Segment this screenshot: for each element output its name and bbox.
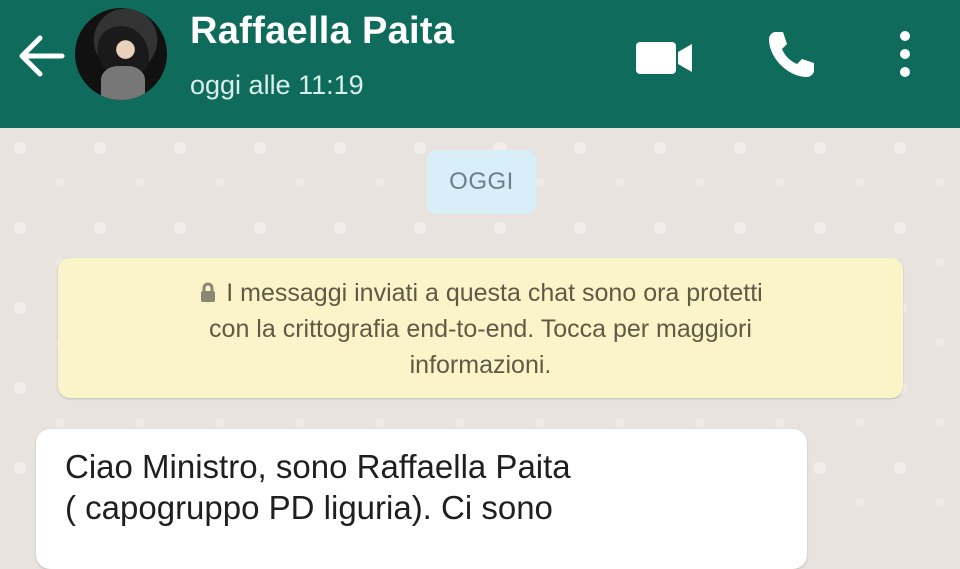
back-button[interactable] xyxy=(16,34,66,78)
chat-header: Raffaella Paita oggi alle 11:19 xyxy=(0,0,960,128)
more-options-icon xyxy=(900,31,910,77)
back-arrow-icon xyxy=(19,35,65,77)
date-chip: OGGI xyxy=(427,150,536,214)
encryption-notice[interactable]: I messaggi inviati a questa chat sono or… xyxy=(58,258,903,398)
phone-icon xyxy=(769,32,814,77)
contact-name[interactable]: Raffaella Paita xyxy=(190,10,454,53)
encryption-notice-line-3: informazioni. xyxy=(409,351,552,379)
lock-icon xyxy=(201,282,216,302)
message-text: Ciao Ministro, sono Raffaella Paita ( ca… xyxy=(65,446,785,528)
video-call-button[interactable] xyxy=(634,38,694,78)
video-call-icon xyxy=(636,42,692,74)
encryption-notice-line-2: con la crittografia end-to-end. Tocca pe… xyxy=(209,315,752,343)
encryption-notice-line-1: I messaggi inviati a questa chat sono or… xyxy=(58,275,903,311)
message-line-2: ( capogruppo PD liguria). Ci sono xyxy=(65,489,553,526)
more-options-button[interactable] xyxy=(893,28,917,80)
message-line-1: Ciao Ministro, sono Raffaella Paita xyxy=(65,448,571,485)
voice-call-button[interactable] xyxy=(765,26,820,81)
last-seen-status: oggi alle 11:19 xyxy=(190,70,364,100)
contact-avatar[interactable] xyxy=(75,8,167,100)
